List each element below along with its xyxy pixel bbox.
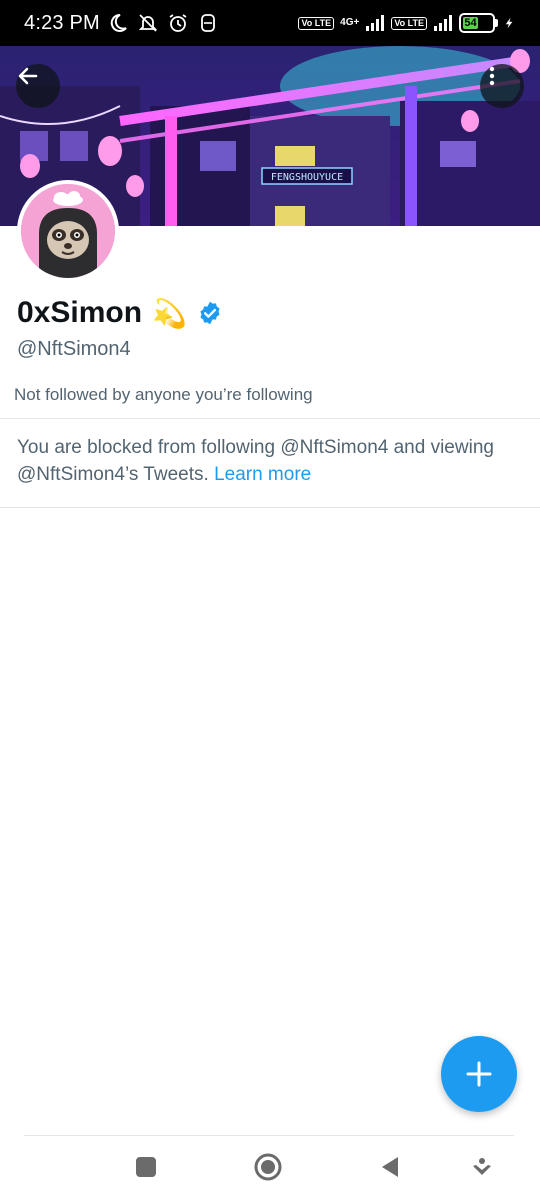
volte-icon-2: Vo LTE [391,16,427,30]
name-row: 0xSimon 💫 [17,296,223,330]
back-button[interactable] [16,64,60,108]
status-time: 4:23 PM [24,11,100,34]
plus-icon [466,1061,492,1087]
divider [0,418,540,419]
avatar-sloth-illustration [21,184,115,278]
display-name: 0xSimon [17,296,143,329]
alarm-icon [169,14,187,32]
battery-level: 54 [463,17,479,29]
moon-icon [110,13,127,32]
signal-icon [366,15,385,31]
system-nav-bar [0,1136,540,1200]
arrow-left-icon [18,67,38,85]
profile-handle: @NftSimon4 [17,338,131,360]
compose-button[interactable] [441,1036,517,1112]
divider [0,507,540,508]
status-bar: 4:23 PM Vo LTE 4G+ Vo LTE 54 [0,0,540,46]
mute-icon [138,14,158,32]
assistant-button[interactable] [467,1152,497,1182]
app-notification-icon [200,14,215,32]
avatar[interactable] [17,180,119,282]
blocked-notice: You are blocked from following @NftSimon… [17,434,527,488]
home-circle-icon [254,1153,282,1181]
assistant-icon [473,1158,491,1175]
home-button[interactable] [253,1152,283,1182]
signal-icon-2 [434,15,452,31]
banner-sign-text: FENGSHOUYUCE [271,172,343,183]
status-right: Vo LTE 4G+ Vo LTE 54 [298,13,516,33]
battery-icon: 54 [459,13,498,33]
dizzy-emoji: 💫 [152,297,187,329]
more-vertical-icon [489,66,495,86]
learn-more-link[interactable]: Learn more [214,464,311,485]
status-left-icons [108,13,218,33]
recents-square-icon [136,1157,156,1177]
avatar-image [21,184,115,278]
charging-icon [505,17,513,29]
back-triangle-icon [382,1157,398,1177]
verified-badge-icon [200,301,220,325]
recents-button[interactable] [131,1152,161,1182]
network-gen-label: 4G+ [340,17,360,28]
followers-note: Not followed by anyone you’re following [14,385,313,404]
back-nav-button[interactable] [375,1152,405,1182]
more-options-button[interactable] [480,64,524,108]
volte-icon: Vo LTE [298,16,335,30]
